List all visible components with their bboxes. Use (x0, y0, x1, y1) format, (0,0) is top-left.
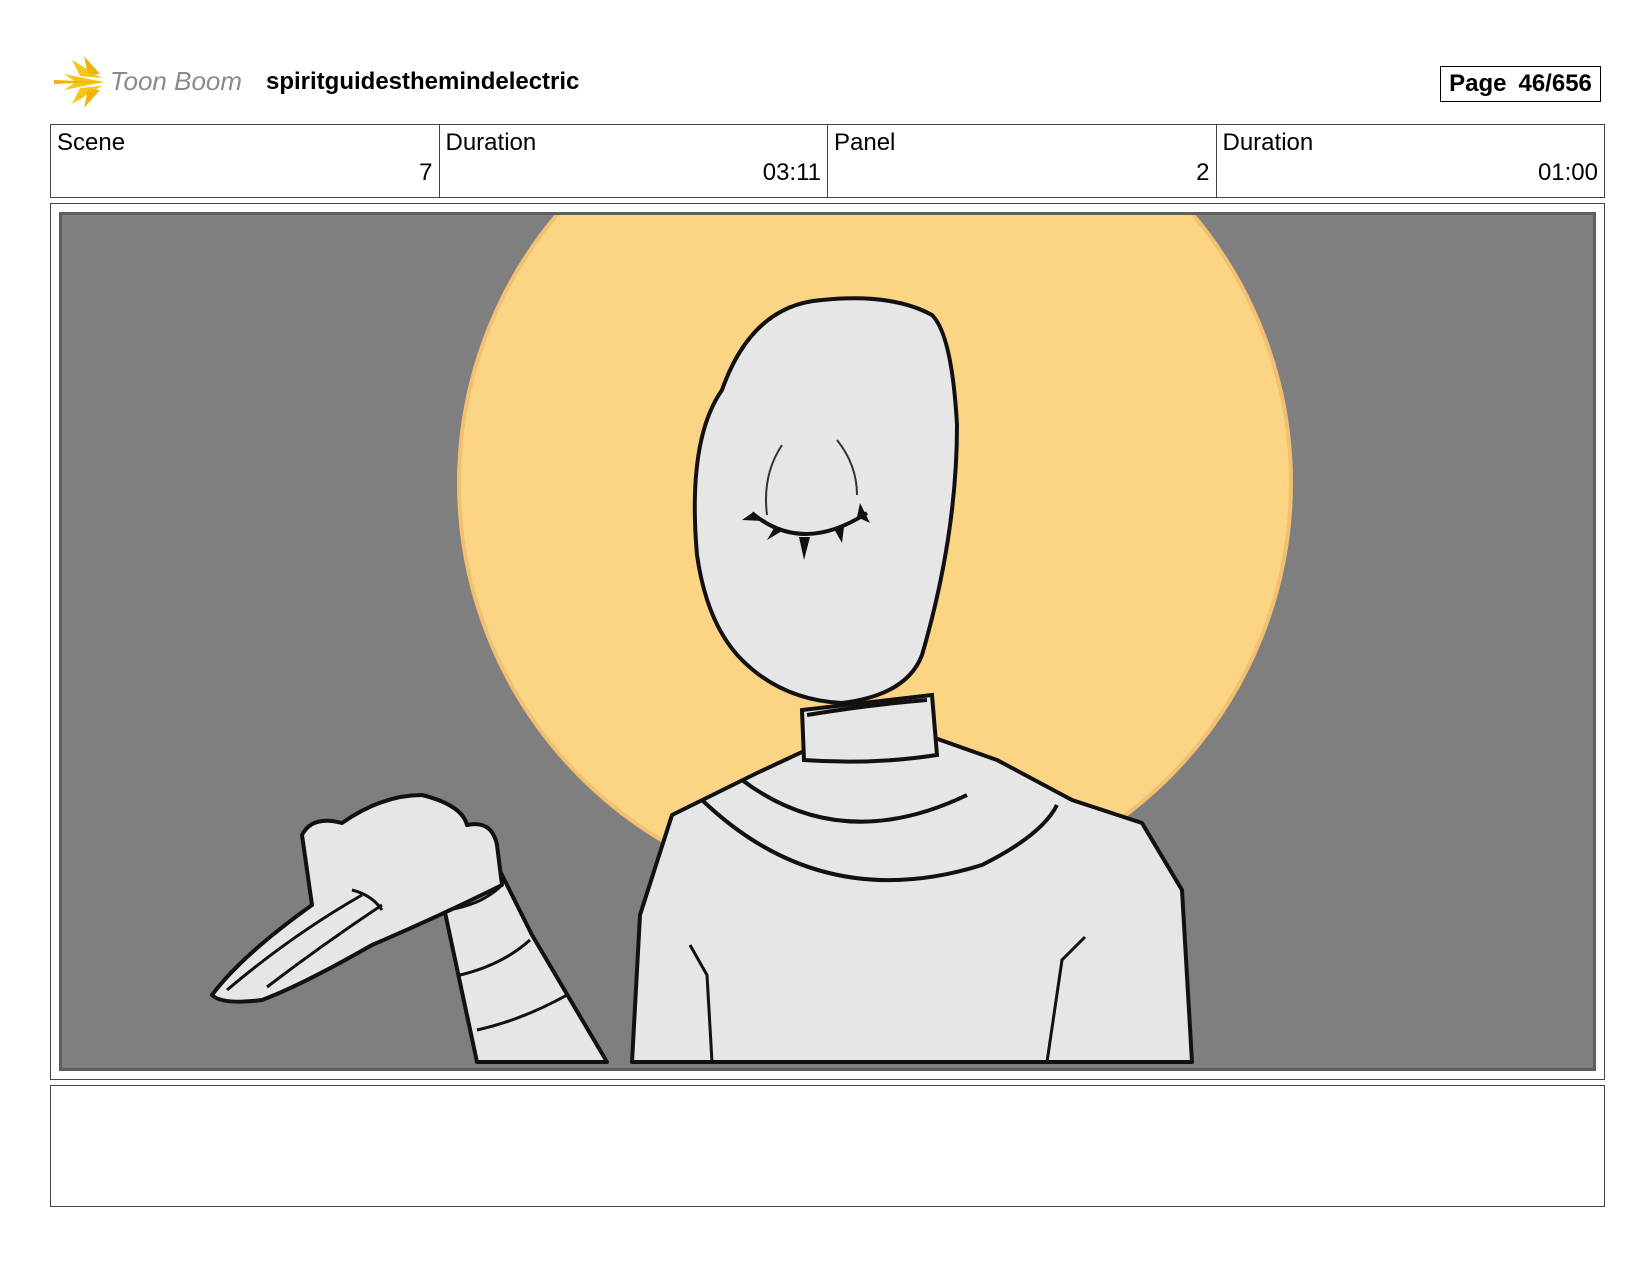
panel-duration-cell: Duration 01:00 (1217, 125, 1605, 197)
sunburst-icon (54, 56, 104, 108)
toon-boom-logo: Toon Boom (54, 56, 254, 108)
page-indicator: Page 46/656 (1440, 66, 1601, 102)
panel-cell: Panel 2 (828, 125, 1217, 197)
figure-head (692, 296, 960, 706)
scene-cell: Scene 7 (51, 125, 440, 197)
storyboard-panel-image (59, 212, 1596, 1071)
scene-value: 7 (419, 159, 433, 186)
panel-value: 2 (1196, 159, 1210, 186)
page-number: 46/656 (1518, 70, 1592, 97)
panel-label: Panel (834, 129, 896, 156)
logo-wordmark: Toon Boom (110, 66, 243, 96)
storyboard-panel-frame (50, 203, 1605, 1080)
project-title: spiritguidesthemindelectric (266, 68, 580, 95)
panel-drawing (210, 215, 1293, 1064)
panel-duration-label: Duration (1222, 129, 1314, 156)
page-header: Toon Boom spiritguidesthemindelectric Pa… (54, 56, 1604, 108)
scene-duration-cell: Duration 03:11 (440, 125, 828, 197)
scene-duration-value: 03:11 (762, 159, 821, 186)
page-label: Page (1449, 70, 1507, 97)
scene-duration-label: Duration (445, 129, 537, 156)
scene-info-table: Scene 7 Duration 03:11 Panel 2 Duration … (50, 124, 1605, 198)
panel-duration-value: 01:00 (1537, 159, 1598, 186)
panel-notes-box (50, 1085, 1605, 1207)
scene-label: Scene (57, 129, 126, 156)
